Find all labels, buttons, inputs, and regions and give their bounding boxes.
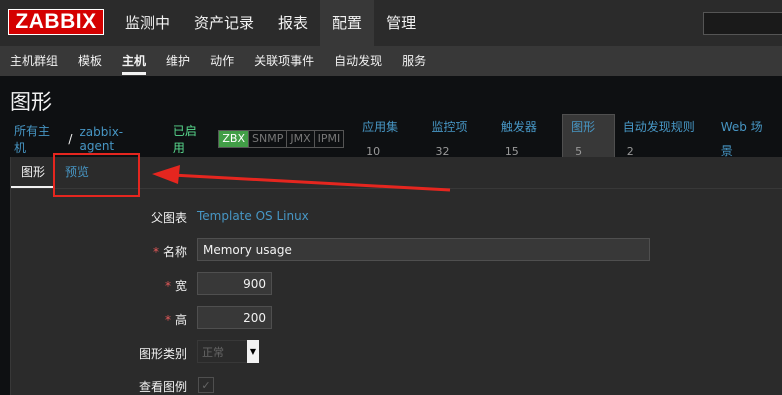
- breadcrumb-host[interactable]: zabbix-agent: [75, 125, 160, 153]
- badge-jmx: JMX: [287, 131, 315, 147]
- host-status-enabled[interactable]: 已启用: [161, 122, 219, 156]
- badge-zbx: ZBX: [219, 131, 249, 147]
- menu-monitoring[interactable]: 监测中: [113, 0, 182, 46]
- subnav-services[interactable]: 服务: [392, 46, 436, 76]
- page-title: 图形: [10, 90, 52, 114]
- width-label: * 宽: [165, 277, 187, 294]
- tab-items-label: 监控项: [431, 119, 468, 134]
- width-label-text: 宽: [174, 279, 187, 293]
- tab-discovery-rules-count: 2: [626, 144, 634, 158]
- badge-ipmi: IPMI: [317, 132, 341, 145]
- graph-type-value: 正常: [202, 345, 224, 359]
- subnav-event-correlation[interactable]: 关联项事件: [244, 46, 324, 76]
- height-label: * 高: [165, 311, 187, 328]
- required-mark: *: [152, 245, 159, 259]
- subnav-actions[interactable]: 动作: [200, 46, 244, 76]
- name-label-text: 名称: [162, 245, 187, 259]
- subnav-hosts[interactable]: 主机: [112, 46, 156, 76]
- subnav-host-groups[interactable]: 主机群组: [0, 46, 68, 76]
- tab-web-scenarios-label: Web 场景: [720, 120, 763, 158]
- zabbix-logo[interactable]: ZABBIX: [8, 9, 104, 35]
- tab-applications-count: 10: [366, 144, 381, 158]
- badge-snmp: SNMP: [249, 131, 288, 147]
- subnav-maintenance[interactable]: 维护: [156, 46, 200, 76]
- name-label: * 名称: [153, 243, 187, 260]
- subnav-templates[interactable]: 模板: [68, 46, 112, 76]
- host-breadcrumb: 所有主机 / zabbix-agent 已启用 ZBX SNMP JMX IPM…: [10, 113, 782, 165]
- form-tab-graph[interactable]: 图形: [11, 157, 56, 188]
- tab-graphs-label: 图形: [571, 119, 596, 134]
- show-legend-label: 查看图例: [138, 380, 187, 394]
- breadcrumb-all-hosts[interactable]: 所有主机: [10, 122, 65, 156]
- top-navigation-bar: ZABBIX 监测中 资产记录 报表 配置 管理: [0, 0, 782, 46]
- breadcrumb-separator: /: [68, 132, 73, 146]
- parent-graph-link[interactable]: Template OS Linux: [197, 209, 309, 223]
- height-field[interactable]: 200: [197, 306, 272, 329]
- tab-items-count: 32: [435, 144, 450, 158]
- form-tab-preview[interactable]: 预览: [55, 157, 99, 188]
- annotation-arrow-icon: [152, 165, 451, 192]
- search-input[interactable]: [703, 12, 782, 35]
- graph-type-select[interactable]: 正常 ▼: [197, 340, 259, 363]
- height-label-text: 高: [174, 313, 187, 327]
- parent-graph-label: 父图表: [150, 211, 187, 225]
- required-mark: *: [164, 313, 171, 327]
- main-menu: 监测中 资产记录 报表 配置 管理: [113, 0, 428, 46]
- sub-navigation-bar: 主机群组 模板 主机 维护 动作 关联项事件 自动发现 服务: [0, 46, 782, 76]
- menu-administration[interactable]: 管理: [374, 0, 428, 46]
- tab-triggers-label: 触发器: [500, 119, 537, 134]
- graph-type-label: 图形类别: [138, 347, 187, 361]
- tab-web-scenarios[interactable]: Web 场景: [713, 115, 782, 163]
- menu-configuration[interactable]: 配置: [320, 0, 375, 46]
- menu-inventory[interactable]: 资产记录: [182, 0, 266, 46]
- tab-applications-label: 应用集: [362, 119, 399, 134]
- subnav-discovery[interactable]: 自动发现: [324, 46, 392, 76]
- tab-graphs-count: 5: [575, 144, 583, 158]
- name-field[interactable]: Memory usage: [197, 238, 650, 261]
- chevron-down-icon: ▼: [247, 340, 259, 363]
- width-field[interactable]: 900: [197, 272, 272, 295]
- tab-triggers-count: 15: [504, 144, 519, 158]
- tab-discovery-rules-label: 自动发现规则: [622, 119, 695, 134]
- menu-reports[interactable]: 报表: [266, 0, 320, 46]
- show-legend-checkbox[interactable]: ✓: [198, 377, 214, 393]
- availability-badges: ZBX SNMP JMX IPMI: [218, 130, 345, 148]
- required-mark: *: [164, 279, 171, 293]
